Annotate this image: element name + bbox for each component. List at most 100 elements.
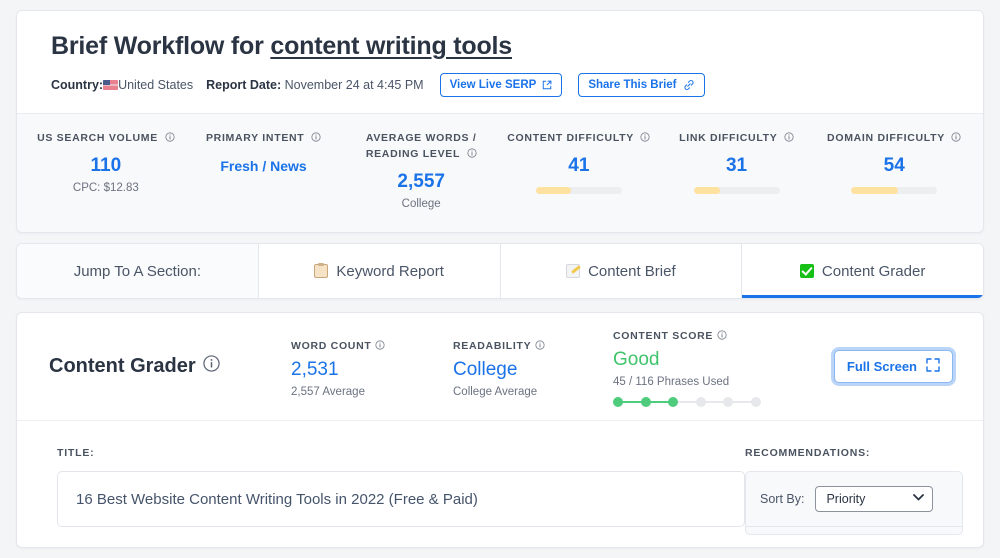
score-dot — [641, 397, 651, 407]
metric-label-text: PRIMARY INTENT — [206, 132, 304, 144]
metric-label: DOMAIN DIFFICULTY — [819, 130, 969, 146]
metric-value: 31 — [662, 155, 812, 177]
full-screen-label: Full Screen — [847, 359, 917, 374]
difficulty-bar-fill — [694, 187, 721, 194]
country-value: United States — [118, 78, 193, 92]
metric-label: PRIMARY INTENT — [189, 130, 339, 146]
metric-label-text: CONTENT DIFFICULTY — [507, 132, 634, 144]
page-title-keyword: content writing tools — [270, 32, 512, 60]
metric-sub: College — [346, 197, 496, 212]
tab-label: Content Grader — [822, 263, 925, 280]
tab-content-grader[interactable]: Content Grader — [742, 244, 983, 298]
content-grader-card: Content Grader WORD COUNT 2,531 2,557 Av… — [16, 312, 984, 548]
info-icon[interactable] — [640, 131, 650, 141]
metric-label-text: US SEARCH VOLUME — [37, 132, 158, 144]
content-grader-title: Content Grader — [35, 355, 291, 378]
view-live-serp-button[interactable]: View Live SERP — [440, 73, 563, 97]
metric-domain-difficulty: DOMAIN DIFFICULTY 54 — [815, 130, 973, 212]
metric-label-text: DOMAIN DIFFICULTY — [827, 132, 945, 144]
title-input[interactable] — [57, 471, 745, 527]
link-chain-icon — [683, 79, 695, 91]
stat-label-text: WORD COUNT — [291, 340, 372, 352]
info-icon[interactable] — [717, 330, 727, 340]
score-dot — [613, 397, 623, 407]
page-title: Brief Workflow for content writing tools — [51, 31, 949, 61]
difficulty-bar — [536, 187, 622, 194]
metric-label-text: LINK DIFFICULTY — [679, 132, 777, 144]
jump-to-section-label: Jump To A Section: — [17, 244, 259, 298]
tab-keyword-report[interactable]: Keyword Report — [259, 244, 501, 298]
metric-content-difficulty: CONTENT DIFFICULTY 41 — [500, 130, 658, 212]
tab-content-brief[interactable]: Content Brief — [501, 244, 743, 298]
full-screen-button[interactable]: Full Screen — [834, 350, 953, 383]
stat-label-text: CONTENT SCORE — [613, 330, 713, 342]
metrics-strip: US SEARCH VOLUME 110 CPC: $12.83 PRIMARY… — [17, 113, 983, 232]
score-dot — [696, 397, 706, 407]
green-check-icon — [800, 264, 814, 278]
stat-label: READABILITY — [453, 340, 613, 352]
content-score-progress-dots — [613, 397, 761, 407]
info-icon[interactable] — [165, 131, 175, 141]
metric-average-words-reading-level: AVERAGE WORDS / READING LEVEL 2,557 Coll… — [342, 130, 500, 212]
share-this-brief-button[interactable]: Share This Brief — [578, 73, 704, 97]
report-date-label: Report Date: — [206, 78, 281, 92]
report-date-value: November 24 at 4:45 PM — [285, 78, 424, 92]
stat-label: CONTENT SCORE — [613, 330, 813, 342]
metric-primary-intent: PRIMARY INTENT Fresh / News — [185, 130, 343, 212]
country-label: Country: — [51, 78, 103, 92]
metric-value: 54 — [819, 155, 969, 177]
expand-arrows-icon — [926, 358, 940, 375]
external-link-icon — [542, 80, 552, 90]
metric-link-difficulty: LINK DIFFICULTY 31 — [658, 130, 816, 212]
recommendations-label: RECOMMENDATIONS: — [745, 447, 963, 459]
metric-label: CONTENT DIFFICULTY — [504, 130, 654, 146]
info-icon[interactable] — [535, 340, 545, 350]
title-column: TITLE: — [39, 447, 729, 535]
info-icon[interactable] — [951, 131, 961, 141]
score-dot — [668, 397, 678, 407]
stat-content-score: CONTENT SCORE Good 45 / 116 Phrases Used — [613, 326, 813, 407]
brief-header: Brief Workflow for content writing tools… — [17, 11, 983, 113]
tab-label: Keyword Report — [336, 263, 444, 280]
metric-value: 41 — [504, 155, 654, 177]
fullscreen-button-wrap: Full Screen — [834, 350, 961, 383]
score-dot — [751, 397, 761, 407]
info-icon[interactable] — [784, 131, 794, 141]
section-tabs: Jump To A Section: Keyword Report Conten… — [16, 243, 984, 299]
page-root: Brief Workflow for content writing tools… — [0, 0, 1000, 558]
recommendations-column: RECOMMENDATIONS: Sort By: Priority — [745, 447, 963, 535]
brief-meta-row: Country: United States Report Date: Nove… — [51, 73, 949, 97]
sort-by-select[interactable]: Priority — [815, 486, 933, 512]
info-icon[interactable] — [467, 147, 477, 157]
sort-by-row: Sort By: Priority — [746, 472, 962, 527]
difficulty-bar-fill — [851, 187, 897, 194]
info-icon[interactable] — [375, 340, 385, 350]
metric-us-search-volume: US SEARCH VOLUME 110 CPC: $12.83 — [27, 130, 185, 212]
stat-readability: READABILITY College College Average — [453, 336, 613, 398]
metric-sub: CPC: $12.83 — [31, 181, 181, 196]
memo-icon — [566, 264, 580, 278]
stat-sub: 2,557 Average — [291, 386, 453, 398]
stat-value: 2,531 — [291, 359, 453, 381]
brief-summary-card: Brief Workflow for content writing tools… — [16, 10, 984, 233]
tab-label: Content Brief — [588, 263, 676, 280]
share-this-brief-label: Share This Brief — [588, 79, 676, 91]
info-icon[interactable] — [311, 131, 321, 141]
content-grader-body: TITLE: RECOMMENDATIONS: Sort By: Priorit… — [17, 421, 983, 535]
page-title-prefix: Brief Workflow for — [51, 32, 270, 60]
metric-value: 2,557 — [346, 171, 496, 193]
info-icon[interactable] — [203, 355, 220, 378]
content-grader-title-text: Content Grader — [49, 355, 196, 378]
recommendations-panel: Sort By: Priority — [745, 471, 963, 535]
stat-value: Good — [613, 349, 813, 371]
difficulty-bar-fill — [536, 187, 571, 194]
stat-label-text: READABILITY — [453, 340, 531, 352]
score-dot — [723, 397, 733, 407]
difficulty-bar — [694, 187, 780, 194]
sort-by-label: Sort By: — [760, 492, 804, 506]
clipboard-icon — [314, 264, 328, 278]
title-field-label: TITLE: — [57, 447, 729, 459]
metric-label: US SEARCH VOLUME — [31, 130, 181, 146]
metric-label-text: AVERAGE WORDS / READING LEVEL — [366, 132, 477, 160]
metric-label: AVERAGE WORDS / READING LEVEL — [346, 130, 496, 162]
